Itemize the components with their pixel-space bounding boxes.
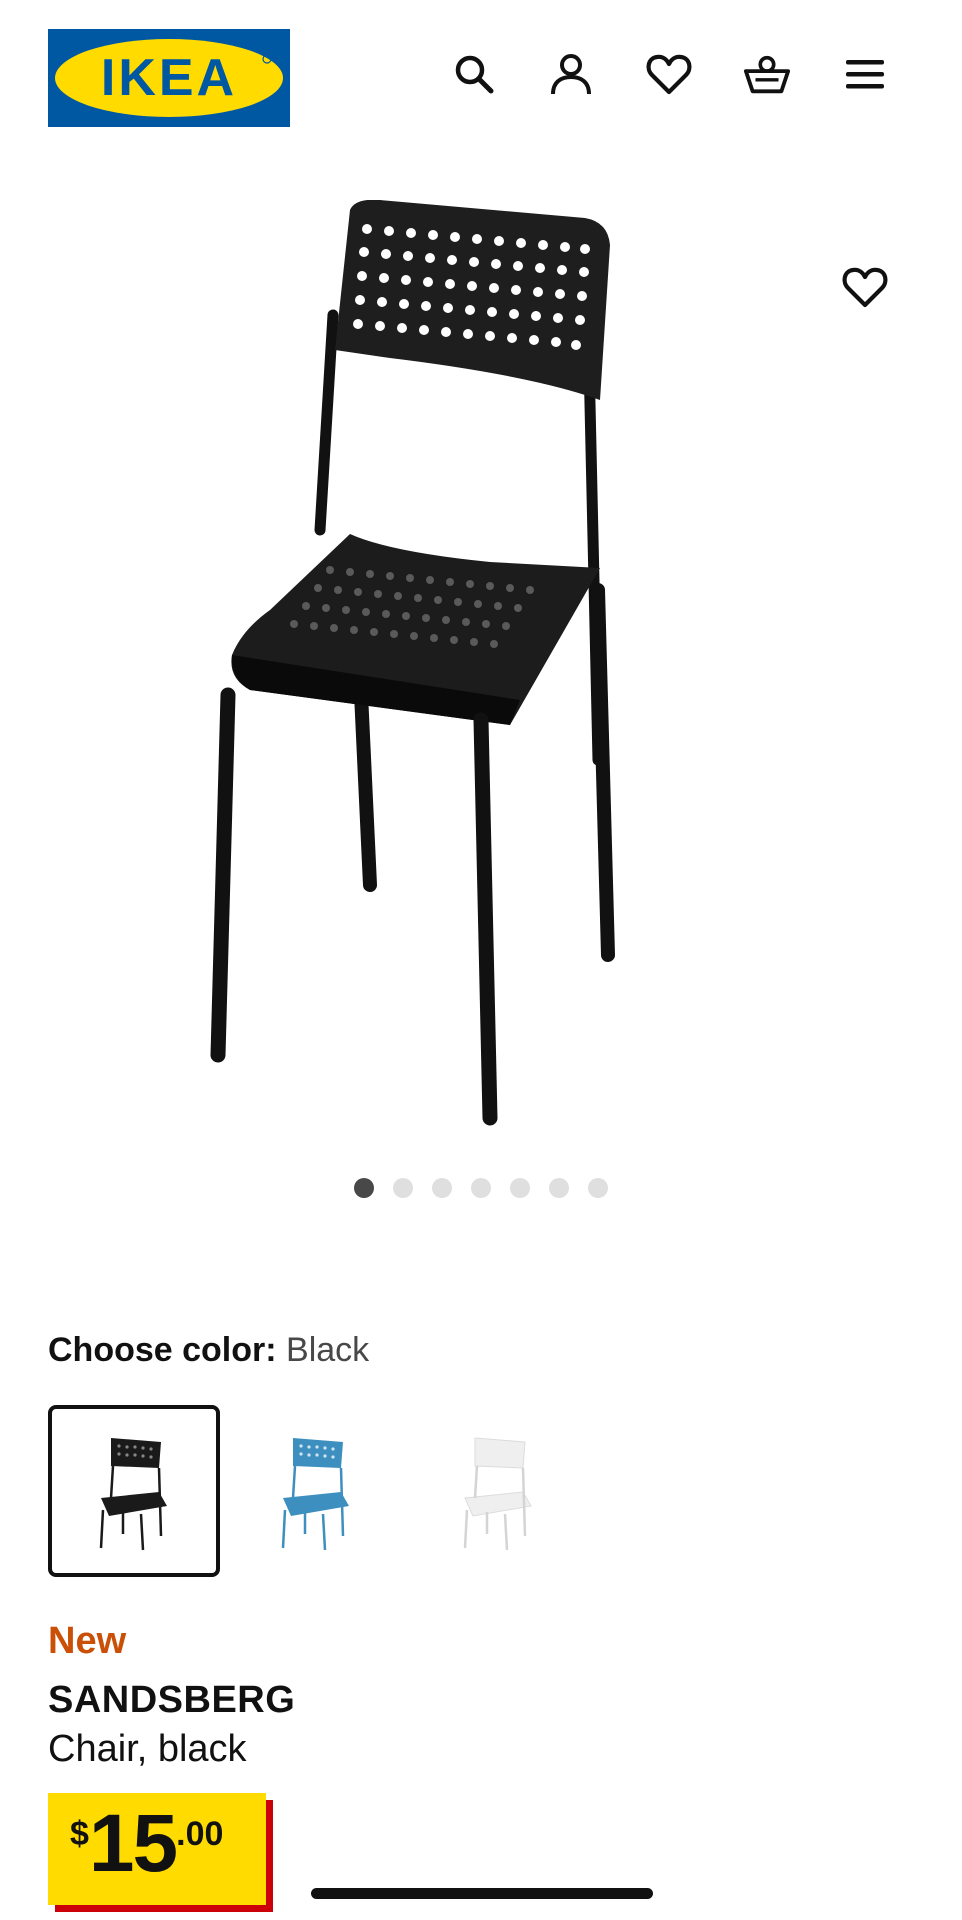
product-image[interactable] xyxy=(190,199,790,1140)
gallery-dot[interactable] xyxy=(432,1178,452,1198)
basket-icon xyxy=(743,55,791,94)
header: IKEA xyxy=(0,0,962,140)
heart-icon xyxy=(842,267,888,308)
cart-button[interactable] xyxy=(743,50,791,98)
color-swatches xyxy=(48,1405,584,1577)
search-icon xyxy=(455,55,494,94)
chair-photo xyxy=(210,199,615,1126)
black-chair-thumbnail xyxy=(99,1438,167,1551)
search-button[interactable] xyxy=(450,50,498,98)
ikea-logo-graphic: IKEA xyxy=(48,29,290,127)
menu-button[interactable] xyxy=(841,50,889,98)
user-icon xyxy=(551,54,591,95)
product-gallery[interactable] xyxy=(0,170,962,1160)
ikea-logo[interactable]: IKEA xyxy=(48,29,290,127)
gallery-dot[interactable] xyxy=(354,1178,374,1198)
blue-chair-thumbnail xyxy=(281,1438,349,1551)
swatch-black[interactable] xyxy=(48,1405,220,1577)
save-favorite-button[interactable] xyxy=(838,260,892,314)
home-indicator[interactable] xyxy=(311,1888,653,1899)
gallery-dot[interactable] xyxy=(471,1178,491,1198)
gallery-dot[interactable] xyxy=(549,1178,569,1198)
swatch-white[interactable] xyxy=(412,1405,584,1577)
color-chooser-label: Choose color: Black xyxy=(48,1328,369,1372)
gallery-dot[interactable] xyxy=(393,1178,413,1198)
gallery-pagination xyxy=(0,1178,962,1198)
color-value: Black xyxy=(276,1331,370,1369)
price-currency: $ xyxy=(70,1815,89,1853)
product-description: Chair, black xyxy=(48,1728,247,1770)
gallery-dot[interactable] xyxy=(510,1178,530,1198)
price-tag: $ 15 .00 xyxy=(48,1793,266,1905)
new-badge: New xyxy=(48,1620,127,1662)
menu-icon xyxy=(846,60,884,89)
color-label: Choose color: xyxy=(48,1331,277,1369)
svg-text:IKEA: IKEA xyxy=(101,49,237,107)
favorites-button[interactable] xyxy=(645,50,693,98)
gallery-dot[interactable] xyxy=(588,1178,608,1198)
price-integer: 15 xyxy=(88,1798,178,1889)
heart-icon xyxy=(646,54,692,95)
swatch-blue[interactable] xyxy=(230,1405,402,1577)
price-decimal: .00 xyxy=(176,1815,224,1853)
white-chair-thumbnail xyxy=(463,1437,532,1551)
price: $ 15 .00 xyxy=(70,1803,223,1885)
product-name: SANDSBERG xyxy=(48,1679,296,1721)
account-button[interactable] xyxy=(547,50,595,98)
